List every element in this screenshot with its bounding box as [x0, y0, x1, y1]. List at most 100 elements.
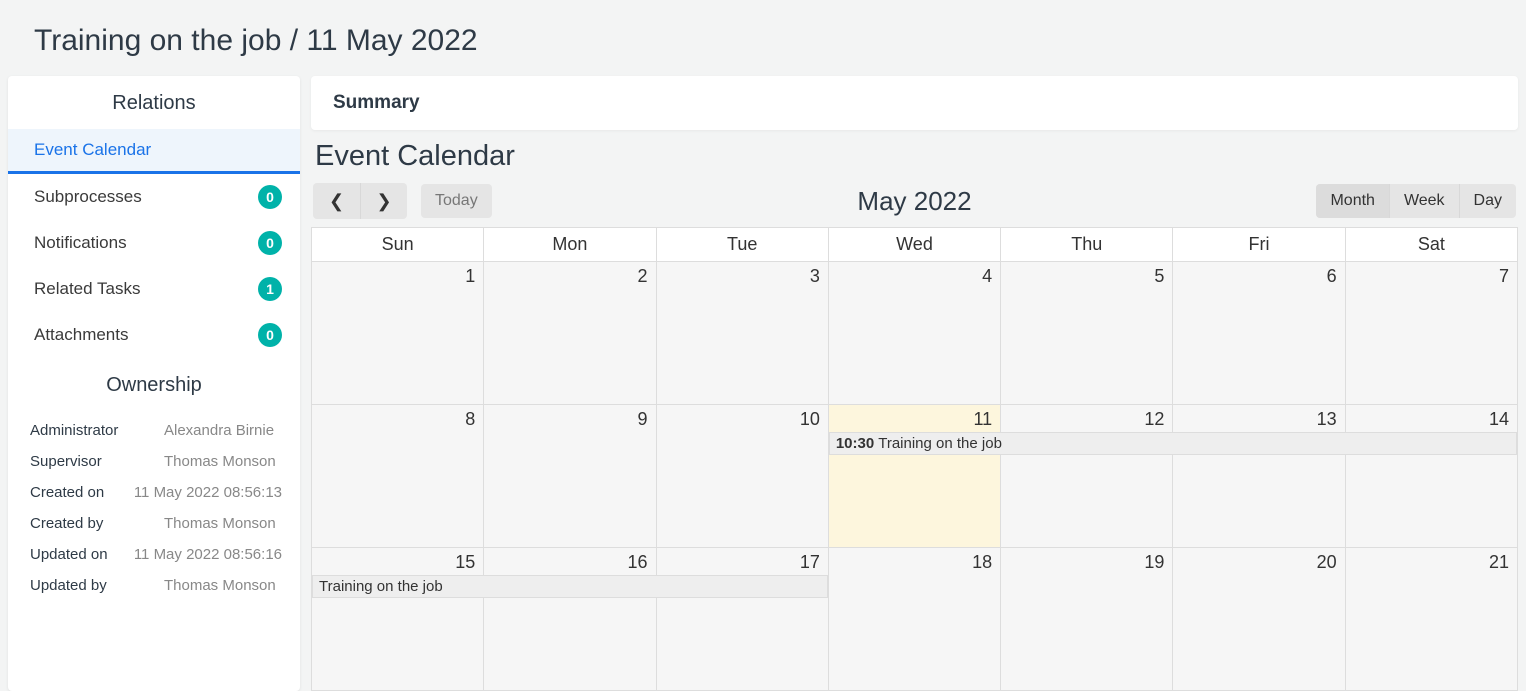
day-number: 14	[1346, 405, 1517, 430]
view-month-button[interactable]: Month	[1316, 184, 1388, 218]
page-title: Training on the job / 11 May 2022	[0, 0, 1526, 76]
day-number: 21	[1346, 548, 1517, 573]
view-switch: Month Week Day	[1316, 184, 1516, 218]
day-number: 18	[829, 548, 1000, 573]
sidebar-item-notifications[interactable]: Notifications 0	[8, 220, 300, 266]
ownership-value[interactable]: Alexandra Birnie	[164, 422, 274, 439]
day-number: 11	[829, 405, 1000, 430]
event-time: 10:30	[836, 435, 874, 452]
next-button[interactable]: ❯	[360, 183, 407, 219]
calendar-cell[interactable]: 12	[1001, 405, 1173, 548]
day-number: 8	[312, 405, 483, 430]
sidebar-item-label: Related Tasks	[34, 279, 140, 299]
calendar-cell[interactable]: 1	[312, 262, 484, 405]
ownership-label: Created on	[30, 484, 134, 501]
ownership-label: Created by	[30, 515, 164, 532]
tab-summary[interactable]: Summary	[311, 76, 1518, 130]
day-header: Sun	[312, 228, 484, 262]
day-number: 20	[1173, 548, 1344, 573]
calendar-cell[interactable]: 18	[828, 548, 1000, 691]
sidebar: Relations Event CalendarSubprocesses0Not…	[8, 76, 300, 691]
sidebar-item-attachments[interactable]: Attachments 0	[8, 312, 300, 358]
ownership-value[interactable]: Thomas Monson	[164, 515, 276, 532]
calendar-cell[interactable]: 19	[1001, 548, 1173, 691]
ownership-label: Supervisor	[30, 453, 164, 470]
sidebar-item-event-calendar[interactable]: Event Calendar	[8, 129, 300, 174]
sidebar-item-label: Subprocesses	[34, 187, 142, 207]
relations-header: Relations	[8, 76, 300, 129]
count-badge: 0	[258, 323, 282, 347]
calendar-cell[interactable]: 3	[656, 262, 828, 405]
ownership-row: Created on11 May 2022 08:56:13	[30, 477, 282, 508]
ownership-label: Updated on	[30, 546, 134, 563]
calendar-cell[interactable]: 5	[1001, 262, 1173, 405]
ownership-value: 11 May 2022 08:56:13	[134, 484, 282, 501]
count-badge: 1	[258, 277, 282, 301]
calendar-cell[interactable]: 17	[656, 548, 828, 691]
calendar-cell[interactable]: 10	[656, 405, 828, 548]
day-number: 1	[312, 262, 483, 287]
day-number: 13	[1173, 405, 1344, 430]
ownership-label: Updated by	[30, 577, 164, 594]
ownership-row: AdministratorAlexandra Birnie	[30, 415, 282, 446]
ownership-value[interactable]: Thomas Monson	[164, 577, 276, 594]
calendar-cell[interactable]: 4	[828, 262, 1000, 405]
current-month-label: May 2022	[857, 186, 971, 217]
day-header: Sat	[1345, 228, 1517, 262]
calendar-cell[interactable]: 15Training on the job	[312, 548, 484, 691]
calendar-cell[interactable]: 11 10:30Training on the job	[828, 405, 1000, 548]
ownership-value: 11 May 2022 08:56:16	[134, 546, 282, 563]
sidebar-item-subprocesses[interactable]: Subprocesses 0	[8, 174, 300, 220]
calendar-cell[interactable]: 2	[484, 262, 656, 405]
calendar-grid: SunMonTueWedThuFriSat 123456789101110:30…	[311, 227, 1518, 691]
day-header: Thu	[1001, 228, 1173, 262]
chevron-right-icon: ❯	[376, 191, 391, 212]
calendar-cell[interactable]: 13	[1173, 405, 1345, 548]
day-number: 17	[657, 548, 828, 573]
view-week-button[interactable]: Week	[1389, 184, 1459, 218]
ownership-label: Administrator	[30, 422, 164, 439]
calendar-event[interactable]: Training on the job	[312, 575, 828, 598]
day-number: 12	[1001, 405, 1172, 430]
prev-button[interactable]: ❮	[313, 183, 360, 219]
day-header: Mon	[484, 228, 656, 262]
calendar-cell[interactable]: 16	[484, 548, 656, 691]
ownership-row: SupervisorThomas Monson	[30, 446, 282, 477]
day-number: 5	[1001, 262, 1172, 287]
today-button[interactable]: Today	[421, 184, 492, 218]
day-header: Tue	[656, 228, 828, 262]
day-number: 15	[312, 548, 483, 573]
day-number: 6	[1173, 262, 1344, 287]
calendar-title: Event Calendar	[311, 134, 1518, 183]
ownership-row: Updated byThomas Monson	[30, 570, 282, 601]
count-badge: 0	[258, 231, 282, 255]
sidebar-item-label: Notifications	[34, 233, 127, 253]
day-number: 9	[484, 405, 655, 430]
ownership-row: Created byThomas Monson	[30, 508, 282, 539]
event-title: Training on the job	[878, 435, 1002, 452]
count-badge: 0	[258, 185, 282, 209]
sidebar-item-related-tasks[interactable]: Related Tasks 1	[8, 266, 300, 312]
day-number: 16	[484, 548, 655, 573]
calendar-event[interactable]: 10:30Training on the job	[829, 432, 1517, 455]
ownership-value[interactable]: Thomas Monson	[164, 453, 276, 470]
ownership-row: Updated on11 May 2022 08:56:16	[30, 539, 282, 570]
calendar-cell[interactable]: 6	[1173, 262, 1345, 405]
calendar-cell[interactable]: 9	[484, 405, 656, 548]
day-number: 19	[1001, 548, 1172, 573]
day-header: Wed	[828, 228, 1000, 262]
chevron-left-icon: ❮	[329, 191, 344, 212]
day-number: 3	[657, 262, 828, 287]
day-header: Fri	[1173, 228, 1345, 262]
calendar-cell[interactable]: 8	[312, 405, 484, 548]
sidebar-item-label: Event Calendar	[34, 140, 151, 160]
day-number: 4	[829, 262, 1000, 287]
calendar-cell[interactable]: 20	[1173, 548, 1345, 691]
main-panel: Summary Event Calendar ❮ ❯ Today May 202…	[311, 76, 1518, 691]
calendar-cell[interactable]: 14	[1345, 405, 1517, 548]
sidebar-item-label: Attachments	[34, 325, 129, 345]
calendar-cell[interactable]: 7	[1345, 262, 1517, 405]
calendar-nav: ❮ ❯	[313, 183, 407, 219]
calendar-cell[interactable]: 21	[1345, 548, 1517, 691]
view-day-button[interactable]: Day	[1459, 184, 1516, 218]
